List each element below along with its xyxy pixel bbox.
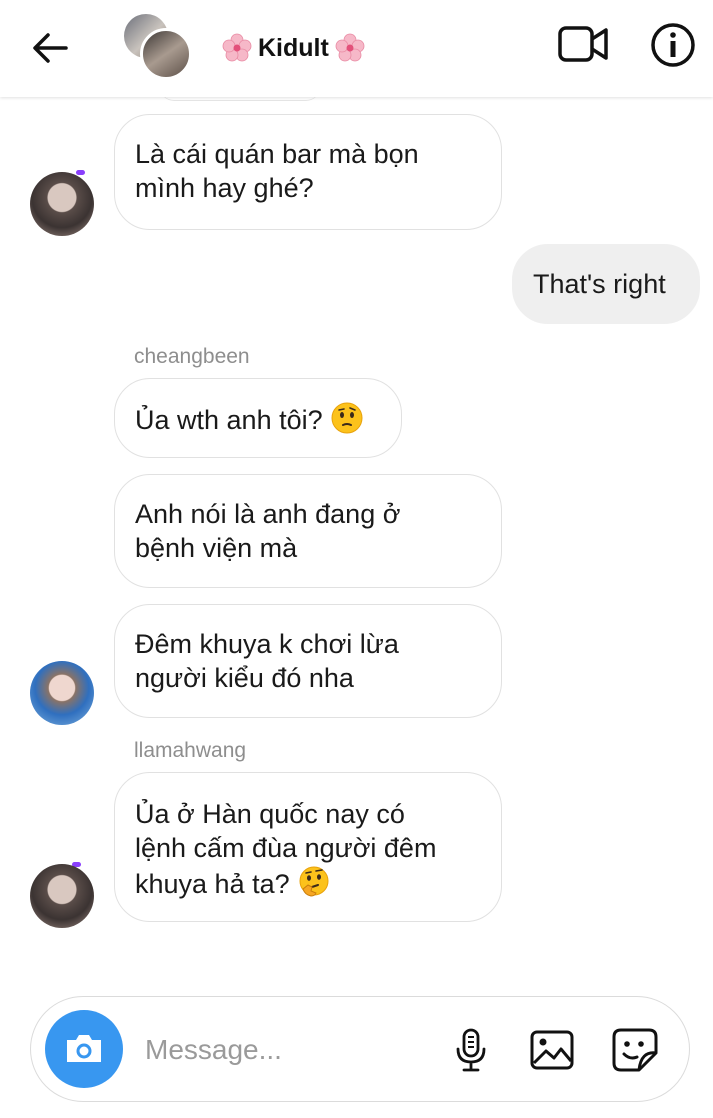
chat-header: Kidult [0, 0, 713, 97]
message-bubble[interactable]: Là cái quán bar mà bọn mình hay ghé? [114, 114, 502, 230]
info-icon[interactable] [650, 22, 696, 68]
message-text-row: khuya hả ta? [135, 865, 481, 901]
message-bubble-self[interactable]: That's right [512, 244, 700, 324]
message-text-row: Ủa wth anh tôi? [135, 401, 381, 437]
avatar[interactable] [30, 864, 94, 928]
avatar[interactable] [30, 172, 94, 236]
message-text: người kiểu đó nha [135, 663, 354, 693]
story-ring-indicator [76, 170, 85, 175]
message-bubble[interactable]: Đêm khuya k chơi lừa người kiểu đó nha [114, 604, 502, 718]
camera-button[interactable] [45, 1010, 123, 1088]
cherry-blossom-icon [222, 33, 252, 62]
message-composer [30, 996, 690, 1102]
thinking-hand-face-icon [299, 866, 329, 897]
message-text: Ủa wth anh tôi? [135, 405, 323, 435]
message-text: Đêm khuya k chơi lừa [135, 629, 399, 659]
message-text: Anh nói là anh đang ở [135, 499, 401, 529]
message-text: That's right [533, 269, 666, 299]
chat-title-text: Kidult [258, 33, 329, 62]
message-text: bệnh viện mà [135, 533, 298, 563]
microphone-icon[interactable] [449, 1027, 493, 1073]
member-avatar [140, 28, 192, 80]
message-bubble[interactable]: Ủa ở Hàn quốc nay có lệnh cấm đùa người … [114, 772, 502, 922]
message-text: khuya hả ta? [135, 869, 290, 899]
message-input[interactable] [143, 1025, 417, 1075]
message-bubble[interactable]: Anh nói là anh đang ở bệnh viện mà [114, 474, 502, 588]
camera-icon [67, 1035, 101, 1062]
message-text: Là cái quán bar mà bọn [135, 139, 419, 169]
avatar[interactable] [30, 661, 94, 725]
message-text: lệnh cấm đùa người đêm [135, 833, 437, 863]
message-text: mình hay ghé? [135, 173, 314, 203]
thinking-face-icon [331, 402, 363, 434]
message-text: Ủa ở Hàn quốc nay có [135, 799, 405, 829]
cherry-blossom-icon [335, 33, 365, 62]
group-avatar[interactable] [124, 14, 192, 80]
chat-title[interactable]: Kidult [222, 30, 365, 66]
sticker-icon[interactable] [611, 1027, 659, 1073]
arrow-left-icon[interactable] [28, 26, 72, 70]
image-icon[interactable] [529, 1029, 575, 1071]
sender-name: cheangbeen [134, 345, 250, 368]
video-camera-icon[interactable] [556, 22, 610, 66]
message-bubble[interactable]: Ủa wth anh tôi? [114, 378, 402, 458]
sender-name: llamahwang [134, 739, 247, 762]
